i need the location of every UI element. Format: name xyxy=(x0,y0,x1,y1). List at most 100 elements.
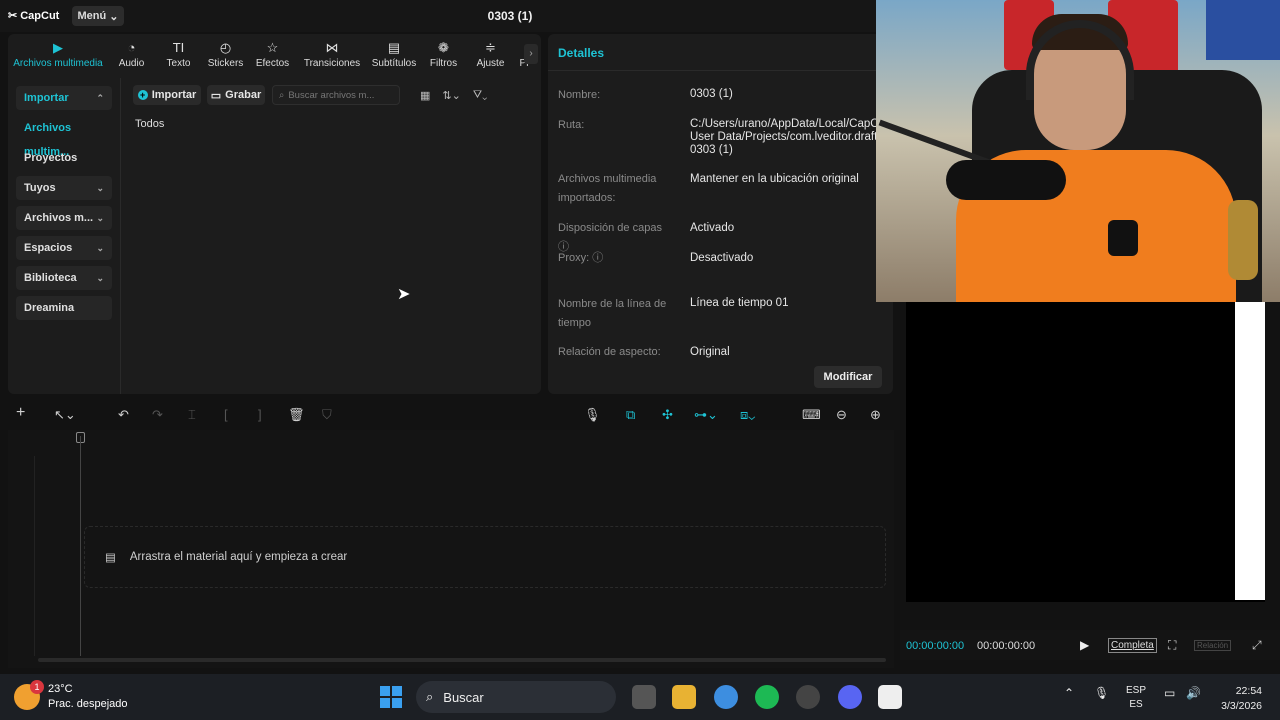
search-icon: ⌕ xyxy=(426,689,434,704)
obs-icon[interactable] xyxy=(796,685,820,709)
chevron-up-icon[interactable]: ⌃ xyxy=(1064,686,1074,700)
timeline-area[interactable]: ▤ Arrastra el material aquí y empieza a … xyxy=(8,430,894,668)
sort-icon[interactable]: ⇅⌄ xyxy=(442,89,460,102)
spotify-icon[interactable] xyxy=(755,685,779,709)
menu-button[interactable]: Menú ⌄ xyxy=(72,6,124,26)
fullscreen-icon[interactable]: ⤢ xyxy=(1252,638,1262,653)
task-view-icon[interactable] xyxy=(632,685,656,709)
temperature: 23°C xyxy=(48,683,73,695)
subtitles-icon: ▤ xyxy=(387,40,401,55)
sidebar-item-media[interactable]: Archivos multim... xyxy=(16,116,112,158)
taskbar-search[interactable]: ⌕ Buscar xyxy=(416,681,616,713)
delete-icon[interactable]: 🗑 xyxy=(288,407,305,423)
sidebar-item-library[interactable]: Biblioteca ⌄ xyxy=(16,266,112,290)
sidebar-item-spaces[interactable]: Espacios ⌄ xyxy=(16,236,112,260)
file-explorer-icon[interactable] xyxy=(672,685,696,709)
current-timecode: 00:00:00:00 xyxy=(906,640,965,652)
lion-emblem xyxy=(1108,220,1138,256)
timeline-scrollbar[interactable] xyxy=(38,658,886,662)
sidebar-item-yours[interactable]: Tuyos ⌄ xyxy=(16,176,112,200)
discord-icon[interactable] xyxy=(838,685,862,709)
info-icon[interactable]: ⓘ xyxy=(592,252,603,264)
detail-label-proxy: Proxy: ⓘ xyxy=(558,249,678,268)
sidebar-item-import[interactable]: Importar ⌃ xyxy=(16,86,112,110)
redo-icon[interactable]: ↷ xyxy=(152,407,163,423)
detail-label-aspect: Relación de aspecto: xyxy=(558,346,661,358)
language-top: ESP xyxy=(1126,685,1147,696)
windows-start-icon[interactable] xyxy=(380,686,402,708)
detail-value-proxy: Desactivado xyxy=(690,252,754,264)
camera-icon: ▭ xyxy=(210,89,222,102)
tab-media[interactable]: ▶ Archivos multimedia xyxy=(8,34,108,74)
undo-icon[interactable]: ↶ xyxy=(118,407,129,423)
track-divider xyxy=(34,456,35,656)
zoom-in-icon[interactable]: ⊕ xyxy=(870,407,881,423)
player-controls: 00:00:00:00 00:00:00:00 ▶ Completa ⛶ Rel… xyxy=(900,630,1280,660)
tab-transitions[interactable]: ⋈ Transiciones xyxy=(296,34,368,74)
split-icon[interactable]: ⌶ xyxy=(188,407,196,423)
tab-label: Transiciones xyxy=(303,58,361,69)
search-input[interactable]: ⌕ Buscar archivos m... xyxy=(272,85,400,105)
tabs-scroll-right-button[interactable]: › xyxy=(524,44,538,64)
magnet-icon[interactable]: ⊶⌄ xyxy=(694,407,718,423)
network-icon[interactable]: ▭ xyxy=(1164,686,1175,700)
import-button[interactable]: + Importar xyxy=(133,85,201,105)
tab-filters[interactable]: ❁ Filtros xyxy=(420,34,467,74)
weather-widget[interactable]: 1 23°C Prac. despejado xyxy=(14,680,128,712)
microphone-icon[interactable]: 🎙 xyxy=(584,407,601,423)
microphone-icon[interactable]: 🎙 xyxy=(1094,686,1109,700)
chevron-down-icon: ⌄ xyxy=(96,243,104,253)
sidebar-item-label: Dreamina xyxy=(24,302,75,314)
timeline-drop-zone[interactable]: ▤ Arrastra el material aquí y empieza a … xyxy=(84,526,886,588)
weather-icon: 1 xyxy=(14,680,44,710)
drop-hint-text: Arrastra el material aquí y empieza a cr… xyxy=(129,551,348,563)
preview-axis-icon[interactable]: ⧈⌄ xyxy=(740,407,755,423)
select-tool-icon[interactable]: ↖⌄ xyxy=(54,407,76,423)
volume-icon[interactable]: 🔊 xyxy=(1186,686,1201,700)
link-clips-icon[interactable]: ⧉ xyxy=(626,407,635,423)
full-quality-button[interactable]: Completa xyxy=(1108,638,1157,653)
tab-stickers[interactable]: ◴ Stickers xyxy=(202,34,249,74)
tab-text[interactable]: TI Texto xyxy=(155,34,202,74)
detail-label-imported: Archivos multimedia xyxy=(558,173,657,185)
import-label: Importar xyxy=(151,89,197,101)
crop-icon[interactable]: ⛶ xyxy=(1168,638,1176,653)
tab-label: Subtítulos xyxy=(371,58,417,69)
sidebar-item-label: Archivos multim... xyxy=(24,122,72,158)
tab-subtitles[interactable]: ▤ Subtítulos xyxy=(368,34,420,74)
capcut-taskbar-icon[interactable] xyxy=(878,685,902,709)
clock[interactable]: 22:54 3/3/2026 xyxy=(1210,684,1262,714)
captions-icon[interactable]: ⌨ xyxy=(802,407,821,423)
sidebar-item-media-files[interactable]: Archivos m... ⌄ xyxy=(16,206,112,230)
chrome-icon[interactable] xyxy=(714,685,738,709)
timeline-toolbar: + ↖⌄ ↶ ↷ ⌶ [ ] 🗑 ⛉ 🎙 ⧉ ✣ ⊶⌄ ⧈⌄ ⌨ ⊖ ⊕ xyxy=(8,400,894,430)
trim-left-icon[interactable]: [ xyxy=(224,407,228,422)
detail-label-timeline-2: tiempo xyxy=(558,317,592,329)
chevron-down-icon: ⌄ xyxy=(109,10,119,23)
detail-value-path-1: C:/Users/urano/AppData/Local/CapC xyxy=(690,118,879,130)
tab-adjust[interactable]: ≑ Ajuste xyxy=(467,34,514,74)
sticker-icon: ◴ xyxy=(219,40,232,55)
trim-right-icon[interactable]: ] xyxy=(258,407,262,422)
modify-button[interactable]: Modificar xyxy=(814,366,882,388)
wall-flag xyxy=(1206,0,1280,60)
add-track-icon[interactable]: + xyxy=(16,404,25,422)
filter-icon[interactable]: ⛛⌄ xyxy=(473,89,487,102)
snap-icon[interactable]: ✣ xyxy=(662,407,673,423)
total-timecode: 00:00:00:00 xyxy=(977,640,1036,652)
sidebar-item-secondary-projects[interactable]: Proyectos secun... xyxy=(16,146,112,188)
filter-all-label[interactable]: Todos xyxy=(135,118,164,130)
language-indicator[interactable]: ESP ES xyxy=(1126,684,1146,712)
preview-canvas[interactable] xyxy=(906,302,1265,602)
play-button[interactable]: ▶ xyxy=(1080,638,1089,652)
grid-view-icon[interactable]: ▦ xyxy=(420,89,430,102)
tab-audio[interactable]: ◔ Audio xyxy=(108,34,155,74)
zoom-out-icon[interactable]: ⊖ xyxy=(836,407,847,423)
aspect-ratio-button[interactable]: Relación xyxy=(1194,640,1232,651)
mouse-cursor-icon: ➤ xyxy=(397,286,411,303)
filters-icon: ❁ xyxy=(438,40,449,55)
sidebar-item-dreamina[interactable]: Dreamina xyxy=(16,296,112,320)
tab-effects[interactable]: ☆ Efectos xyxy=(249,34,296,74)
shield-icon[interactable]: ⛉ xyxy=(322,407,332,423)
record-button[interactable]: ▭ Grabar xyxy=(207,85,265,105)
